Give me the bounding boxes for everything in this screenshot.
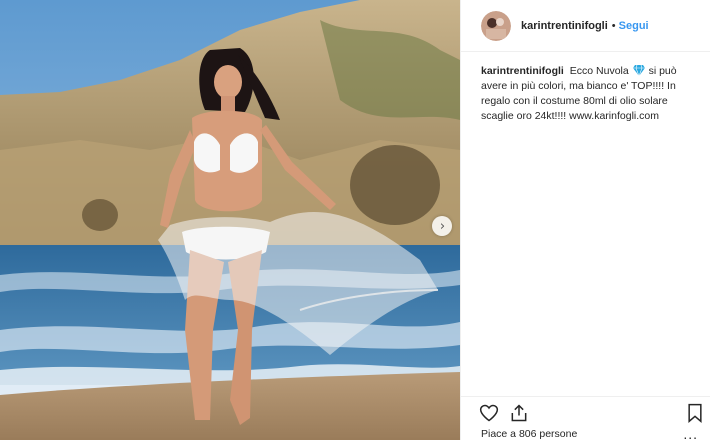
beach-photo-image — [0, 0, 460, 440]
chevron-right-icon: › — [439, 218, 446, 234]
post-header: karintrentinifogli • Segui — [461, 0, 710, 52]
caption-username-link[interactable]: karintrentinifogli — [481, 65, 564, 77]
post-sidebar: karintrentinifogli • Segui karintrentini… — [460, 0, 710, 440]
header-text: karintrentinifogli • Segui — [521, 20, 649, 32]
post-photo[interactable]: › — [0, 0, 460, 440]
likes-count[interactable]: Piace a 806 persone — [481, 428, 577, 440]
bookmark-icon[interactable] — [685, 403, 705, 423]
action-bar — [461, 396, 710, 426]
next-photo-button[interactable]: › — [432, 216, 452, 236]
share-icon[interactable] — [509, 403, 529, 423]
caption-intro: Ecco Nuvola — [569, 65, 629, 77]
heart-icon[interactable] — [479, 403, 499, 423]
gem-icon — [632, 65, 645, 76]
username-link[interactable]: karintrentinifogli — [521, 20, 608, 32]
separator-dot: • — [611, 19, 616, 32]
post-caption: karintrentinifogli Ecco Nuvola si può av… — [481, 64, 703, 124]
avatar[interactable] — [481, 10, 511, 41]
follow-button[interactable]: Segui — [619, 20, 649, 32]
more-options-button[interactable]: ... — [683, 426, 698, 440]
